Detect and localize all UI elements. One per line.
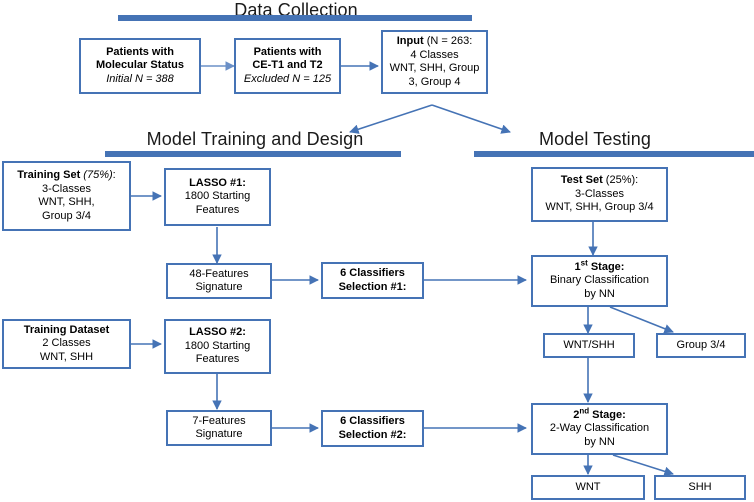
node-6-classifiers-selection-2[interactable]: 6 Classifiers Selection #2: [321,410,424,447]
node-line: CE-T1 and T2 [252,59,323,72]
node-line: 6 Classifiers [340,267,405,279]
node-line: WNT/SHH [563,338,615,351]
node-line: 2-Way Classification [549,422,650,435]
node-line: 1800 Starting [184,339,251,352]
node-line: 2nd Stage: [573,406,626,421]
node-line: 1800 Starting [184,190,251,203]
node-line: Patients with [253,45,322,58]
node-stage-2-two-way-classification[interactable]: 2nd Stage: 2-Way Classification by NN [531,403,668,455]
node-wnt[interactable]: WNT [531,475,645,500]
node-line: Training Set (75%): [17,169,116,181]
flowchart-canvas: Data Collection Model Training and Desig… [0,0,754,502]
arrow-input-to-training [349,104,433,134]
node-line: 3, Group 4 [408,75,461,88]
node-line: Patients with [106,45,174,58]
arrow-stage1-to-group34 [609,306,674,334]
node-line: 1st Stage: [574,258,625,273]
node-line: 6 Classifiers [340,415,405,427]
node-line: 48-Features [189,267,249,280]
node-line: Test Set (25%): [560,174,639,187]
node-line: WNT, SHH, Group [389,62,480,74]
node-line: Molecular Status [95,59,185,72]
node-line: Group 3/4 [42,209,91,222]
node-line: 2 Classes [42,337,91,350]
node-training-set[interactable]: Training Set (75%): 3-Classes WNT, SHH, … [2,161,131,231]
node-line: Features [195,353,240,366]
node-line: Training Dataset [23,323,110,336]
node-line: by NN [584,435,615,448]
node-line: Selection #2: [338,428,407,441]
node-line: Input (N = 263: [396,35,473,47]
node-line: Initial N = 388 [106,72,174,85]
node-line: WNT, SHH, Group 3/4 [545,201,654,214]
node-lasso-1[interactable]: LASSO #1: 1800 Starting Features [164,168,271,226]
node-line: LASSO #1: [189,176,246,189]
node-line: 4 Classes [410,48,459,61]
node-line: Features [195,203,240,216]
node-line: LASSO #2: [189,326,246,339]
node-line: Signature [195,281,243,293]
section-title-model-training: Model Training and Design [146,129,364,149]
node-line: by NN [584,287,615,300]
node-line: 3-Classes [42,182,91,195]
node-stage-1-binary-classification[interactable]: 1st Stage: Binary Classification by NN [531,255,668,307]
node-line: Signature [195,428,243,440]
node-line: 3-Classes [575,187,624,200]
node-48-features-signature[interactable]: 48-Features Signature [166,263,272,299]
section-bar-model-training [105,151,401,157]
node-wnt-shh[interactable]: WNT/SHH [543,333,635,358]
node-patients-molecular-status[interactable]: Patients with Molecular Status Initial N… [79,38,201,94]
section-bar-data-collection [118,15,472,21]
node-7-features-signature[interactable]: 7-Features Signature [166,410,272,446]
section-title-model-testing: Model Testing [538,129,652,149]
node-input[interactable]: Input (N = 263: 4 Classes WNT, SHH, Grou… [381,30,488,94]
node-patients-cet1-t2[interactable]: Patients with CE-T1 and T2 Excluded N = … [234,38,341,94]
node-lasso-2[interactable]: LASSO #2: 1800 Starting Features [164,319,271,374]
node-line: WNT, SHH [39,350,94,363]
section-bar-model-testing [474,151,754,157]
node-line: SHH [688,480,712,493]
node-line: Group 3/4 [676,338,726,351]
node-6-classifiers-selection-1[interactable]: 6 Classifiers Selection #1: [321,262,424,299]
node-line: Selection #1: [338,280,407,293]
arrow-stage2-to-shh [612,454,674,476]
node-shh[interactable]: SHH [654,475,746,500]
node-test-set[interactable]: Test Set (25%): 3-Classes WNT, SHH, Grou… [531,167,668,222]
node-group-3-4[interactable]: Group 3/4 [656,333,746,358]
node-training-dataset[interactable]: Training Dataset 2 Classes WNT, SHH [2,319,131,369]
node-line: WNT, SHH, [38,196,95,208]
node-line: WNT [575,480,601,493]
arrow-input-to-testing [431,104,511,134]
node-line: Excluded N = 125 [243,72,332,85]
node-line: Binary Classification [549,274,650,287]
node-line: 7-Features [192,414,246,427]
